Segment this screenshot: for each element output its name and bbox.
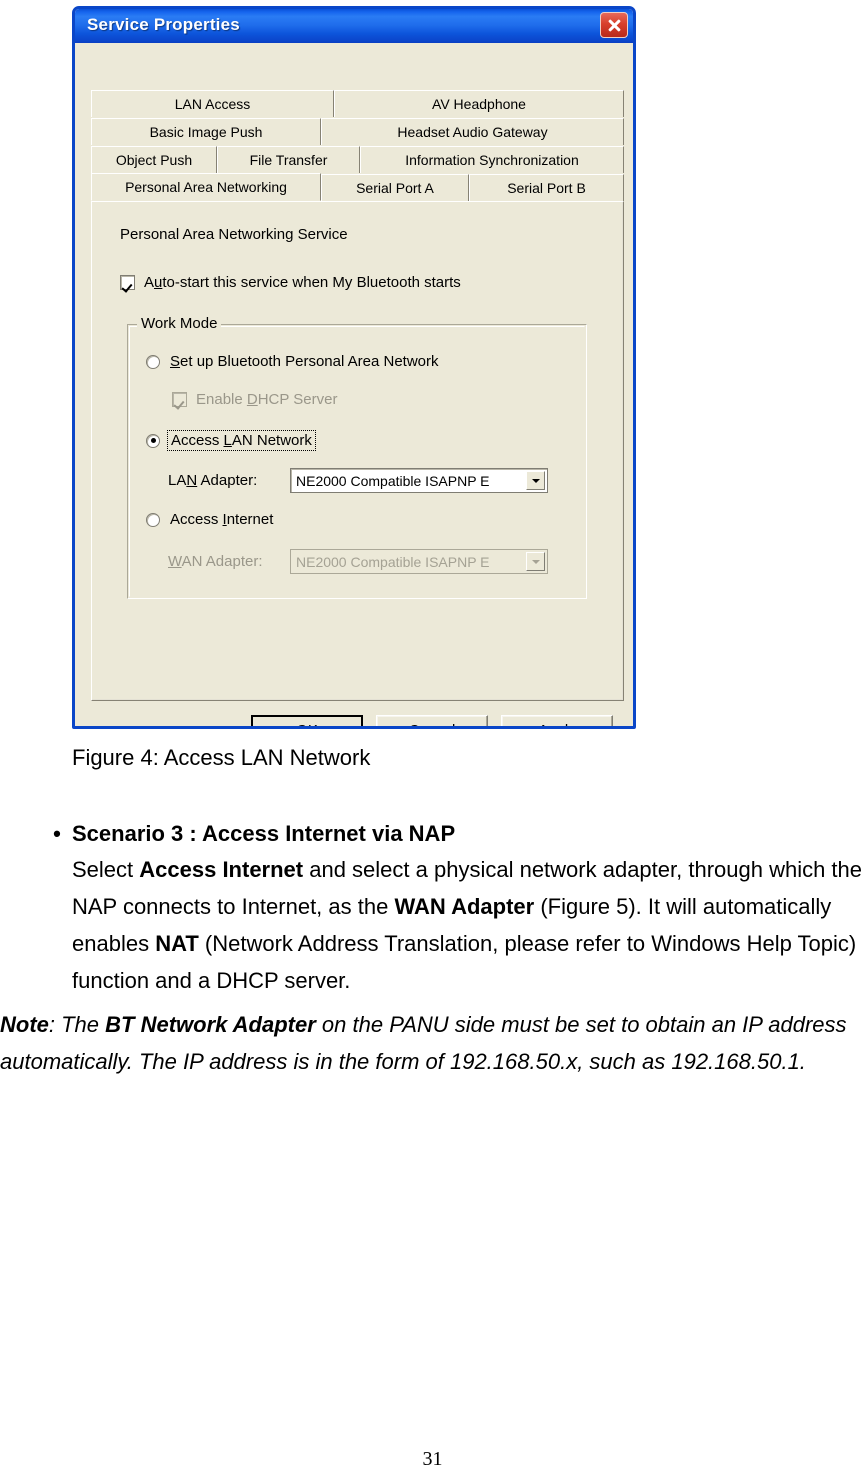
body-part-1: Select — [72, 857, 140, 882]
lan-adapter-dropdown[interactable]: NE2000 Compatible ISAPNP E — [290, 468, 548, 493]
note-paragraph: Note: The BT Network Adapter on the PANU… — [0, 1006, 865, 1080]
page-number: 31 — [422, 1448, 443, 1470]
tab-serial-port-b[interactable]: Serial Port B — [469, 174, 624, 201]
panel-heading: Personal Area Networking Service — [120, 226, 348, 243]
autostart-checkbox[interactable] — [120, 275, 135, 290]
label-post: Adapter: — [197, 472, 258, 489]
wan-adapter-label: WAN Adapter: — [168, 553, 290, 570]
radio-access-lan-network-label: Access LAN Network — [167, 430, 316, 451]
figure-service-properties-dialog: Service Properties LAN Access AV Headpho… — [72, 6, 636, 729]
radio-access-internet-row[interactable]: Access Internet — [146, 511, 273, 528]
label-pre: Access — [170, 511, 223, 528]
tab-serial-port-a[interactable]: Serial Port A — [321, 174, 469, 201]
radio-access-internet[interactable] — [146, 512, 160, 527]
tab-information-synchronization[interactable]: Information Synchronization — [360, 146, 624, 173]
label-pre: Access — [171, 432, 224, 449]
tab-label: Serial Port B — [507, 180, 586, 196]
tab-label: AV Headphone — [432, 96, 526, 112]
scenario-bullet-block: • Scenario 3 : Access Internet via NAP S… — [42, 817, 862, 999]
body-bold-wan-adapter: WAN Adapter — [394, 894, 535, 919]
close-icon[interactable] — [600, 12, 628, 38]
label-post: AN Network — [231, 432, 312, 449]
wan-adapter-value: NE2000 Compatible ISAPNP E — [296, 553, 490, 570]
body-bold-access-internet: Access Internet — [139, 857, 304, 882]
ok-button-label: OK — [296, 722, 318, 727]
radio-setup-bluetooth-pan-label: Set up Bluetooth Personal Area Network — [170, 353, 439, 370]
tab-row-4: Personal Area Networking Serial Port A S… — [91, 173, 624, 201]
note-part-1: : The — [48, 1012, 106, 1037]
radio-setup-bluetooth-pan-row[interactable]: Set up Bluetooth Personal Area Network — [146, 353, 439, 370]
accel-key: W — [168, 553, 182, 570]
dialog-title: Service Properties — [87, 15, 240, 34]
chevron-down-icon[interactable] — [526, 552, 545, 571]
tab-row-3: Object Push File Transfer Information Sy… — [91, 145, 624, 173]
lan-adapter-value: NE2000 Compatible ISAPNP E — [296, 472, 490, 489]
tab-control: LAN Access AV Headphone Basic Image Push… — [91, 89, 624, 701]
tab-rows: LAN Access AV Headphone Basic Image Push… — [91, 89, 624, 201]
bullet-icon: • — [53, 821, 61, 846]
scenario-bullet-heading: • Scenario 3 : Access Internet via NAP — [42, 817, 862, 851]
dialog-body: LAN Access AV Headphone Basic Image Push… — [75, 43, 633, 726]
radio-access-lan-network[interactable] — [146, 433, 160, 448]
radio-setup-bluetooth-pan[interactable] — [146, 354, 160, 369]
enable-dhcp-server-checkbox[interactable] — [172, 392, 187, 407]
tab-label: Information Synchronization — [405, 152, 579, 168]
tab-label: Basic Image Push — [149, 124, 263, 140]
tab-object-push[interactable]: Object Push — [91, 146, 217, 173]
label-post: nternet — [226, 511, 274, 528]
tab-basic-image-push[interactable]: Basic Image Push — [91, 118, 321, 145]
tab-headset-audio-gateway[interactable]: Headset Audio Gateway — [321, 118, 624, 145]
label-post: AN Adapter: — [181, 553, 263, 570]
radio-access-internet-label: Access Internet — [170, 511, 273, 528]
tab-personal-area-networking[interactable]: Personal Area Networking — [91, 173, 321, 201]
note-bold-bt-network-adapter: BT Network Adapter — [105, 1012, 316, 1037]
accel-key: N — [186, 472, 198, 489]
figure-caption: Figure 4: Access LAN Network — [72, 745, 371, 770]
label-pre: A — [144, 274, 155, 291]
tab-label: Serial Port A — [356, 180, 434, 196]
cancel-button-label: Cancel — [409, 722, 456, 727]
apply-button-label: Apply — [538, 722, 576, 727]
tab-file-transfer[interactable]: File Transfer — [217, 146, 360, 173]
wan-adapter-row: WAN Adapter: NE2000 Compatible ISAPNP E — [168, 549, 548, 574]
tab-label: File Transfer — [249, 152, 328, 168]
wan-adapter-dropdown[interactable]: NE2000 Compatible ISAPNP E — [290, 549, 548, 574]
work-mode-legend: Work Mode — [137, 315, 222, 332]
radio-access-lan-network-row[interactable]: Access LAN Network — [146, 430, 316, 451]
tab-label: LAN Access — [174, 96, 251, 112]
enable-dhcp-server-label: Enable DHCP Server — [196, 391, 337, 408]
label-pre: LA — [168, 472, 187, 489]
tab-lan-access[interactable]: LAN Access — [91, 90, 334, 117]
autostart-label: Auto-start this service when My Bluetoot… — [144, 274, 461, 291]
autostart-checkbox-row[interactable]: Auto-start this service when My Bluetoot… — [120, 274, 461, 291]
tab-label: Headset Audio Gateway — [397, 124, 548, 140]
label-post: to-start this service when My Bluetooth … — [162, 274, 461, 291]
work-mode-groupbox: Work Mode Set up Bluetooth Personal Area… — [127, 315, 587, 599]
tab-label: Personal Area Networking — [125, 179, 287, 195]
tab-label: Object Push — [115, 152, 193, 168]
apply-button[interactable]: Apply — [501, 715, 613, 727]
enable-dhcp-server-row[interactable]: Enable DHCP Server — [172, 391, 337, 408]
tab-panel-personal-area-networking: Personal Area Networking Service Auto-st… — [91, 201, 624, 701]
tab-av-headphone[interactable]: AV Headphone — [334, 90, 624, 117]
tab-row-2: Basic Image Push Headset Audio Gateway — [91, 117, 624, 145]
lan-adapter-label: LAN Adapter: — [168, 472, 290, 489]
body-bold-nat: NAT — [155, 931, 199, 956]
label-post: HCP Server — [257, 391, 338, 408]
dialog-button-row: OK Cancel Apply — [251, 715, 613, 727]
label-post: et up Bluetooth Personal Area Network — [180, 353, 439, 370]
tab-row-1: LAN Access AV Headphone — [91, 89, 624, 117]
cancel-button[interactable]: Cancel — [376, 715, 488, 727]
note-label: Note — [0, 1012, 49, 1037]
lan-adapter-row: LAN Adapter: NE2000 Compatible ISAPNP E — [168, 468, 548, 493]
accel-key: S — [170, 353, 181, 370]
accel-key: D — [246, 391, 258, 408]
chevron-down-icon[interactable] — [526, 471, 545, 490]
scenario-body-text: Select Access Internet and select a phys… — [72, 851, 865, 999]
accel-key: L — [223, 432, 232, 449]
label-pre: Enable — [196, 391, 247, 408]
dialog-titlebar: Service Properties — [75, 9, 633, 43]
ok-button[interactable]: OK — [251, 715, 363, 727]
scenario-heading-text: Scenario 3 : Access Internet via NAP — [72, 821, 456, 846]
